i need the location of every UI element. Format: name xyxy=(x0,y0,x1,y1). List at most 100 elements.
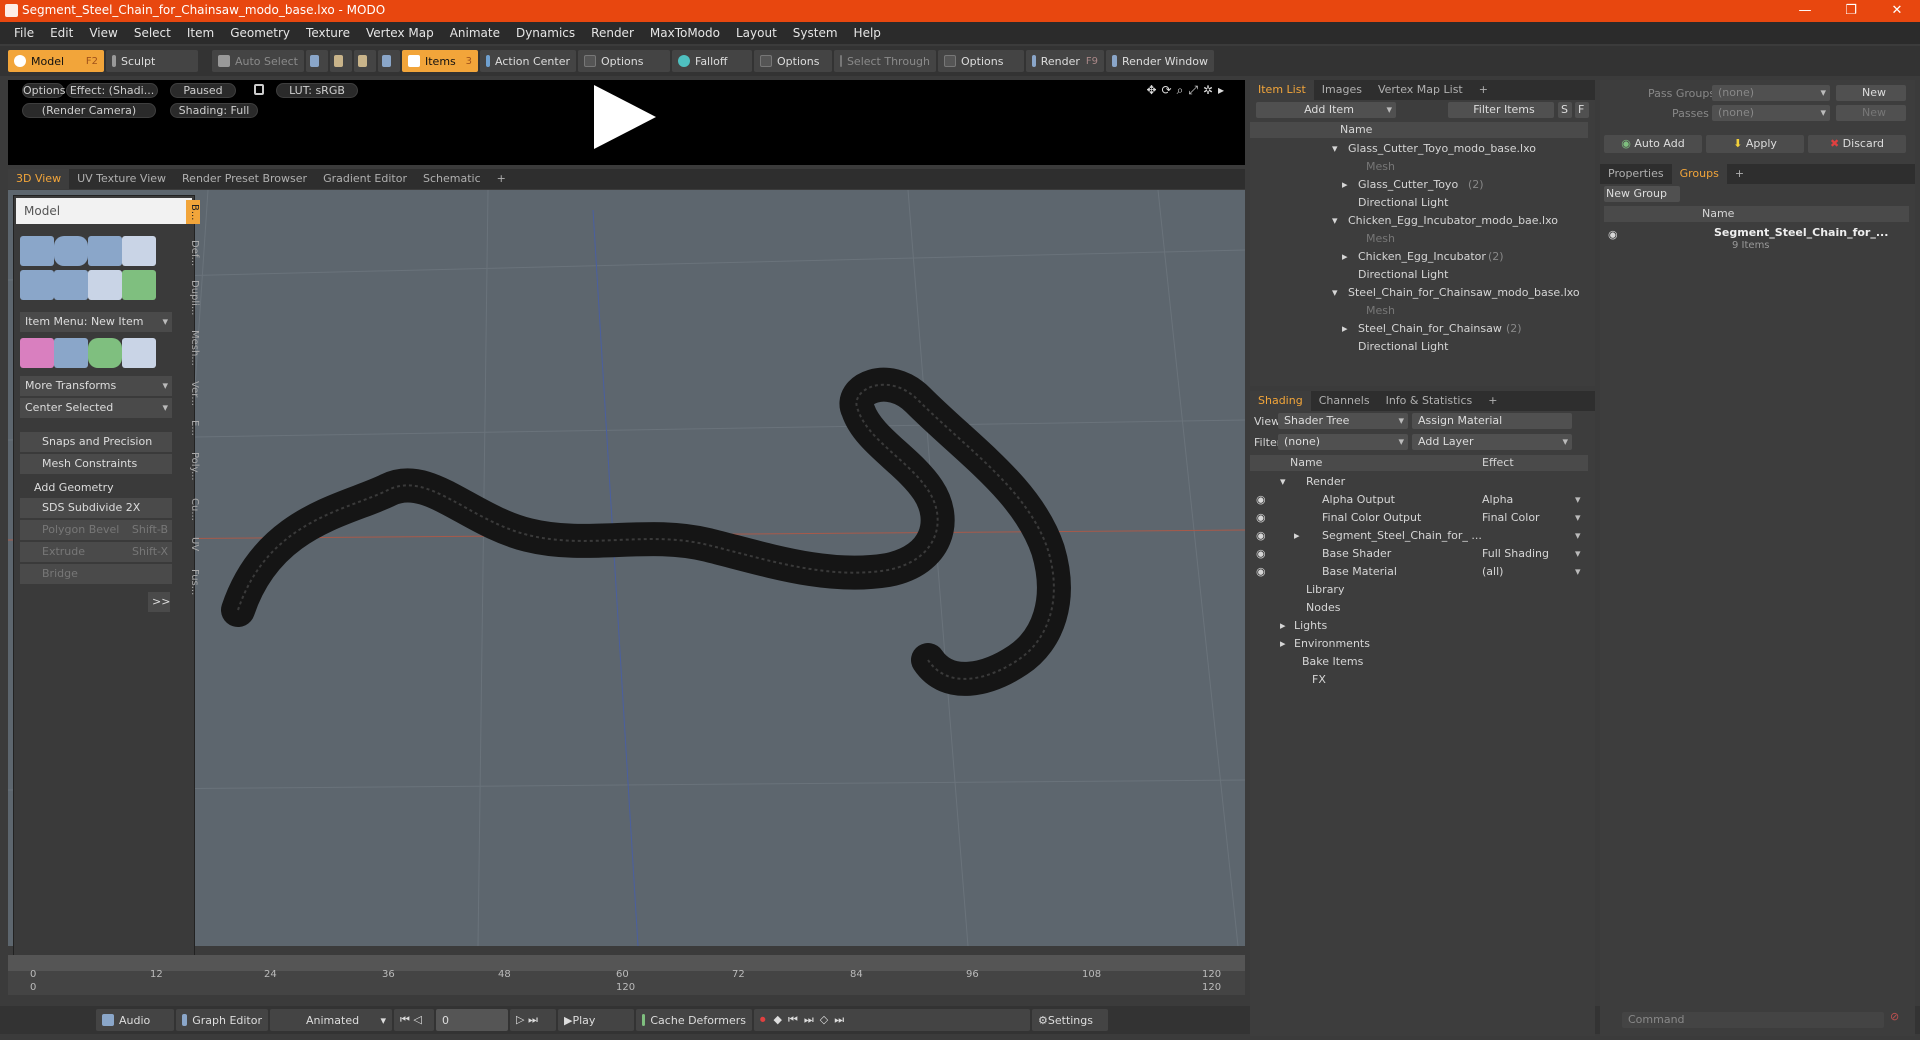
list-item[interactable]: ▸ Steel_Chain_for_Chainsaw (2) xyxy=(1250,320,1588,338)
list-item[interactable]: ▾ Steel_Chain_for_Chainsaw_modo_base.lxo xyxy=(1250,284,1588,302)
preview-effect-dropdown[interactable]: Effect: (Shadi... xyxy=(66,83,158,98)
eye-icon[interactable] xyxy=(1256,197,1268,209)
play-button[interactable]: ▶ Play xyxy=(558,1009,634,1031)
vtab-duplicate[interactable]: Dupli... xyxy=(186,278,200,318)
filter-dropdown[interactable]: (none) ▾ xyxy=(1278,434,1408,450)
menu-maxtomodo[interactable]: MaxToModo xyxy=(642,26,728,40)
menu-geometry[interactable]: Geometry xyxy=(222,26,298,40)
falloff-options-button[interactable]: Options xyxy=(754,50,832,72)
tab-shading[interactable]: Shading xyxy=(1250,391,1311,411)
new-pass-group-button[interactable]: New xyxy=(1836,85,1906,101)
eye-icon[interactable] xyxy=(1256,233,1268,245)
timeline[interactable]: 0 12 24 36 48 60 72 84 96 108 120 0 120 … xyxy=(8,955,1245,995)
snaps-precision-button[interactable]: Snaps and Precision xyxy=(20,432,172,452)
f-toggle[interactable]: F xyxy=(1575,102,1589,118)
chevron-down-icon[interactable]: ▾ xyxy=(1575,491,1581,509)
add-geometry-header[interactable]: Add Geometry xyxy=(20,478,172,498)
falloff-button[interactable]: Falloff xyxy=(672,50,752,72)
close-button[interactable]: ✕ xyxy=(1874,0,1920,22)
eye-icon[interactable]: ◉ xyxy=(1608,228,1618,241)
expand-arrow-icon[interactable]: ▾ xyxy=(1332,212,1338,230)
eye-icon[interactable] xyxy=(1256,341,1268,353)
preview-options-button[interactable]: Options xyxy=(22,83,65,98)
menu-animate[interactable]: Animate xyxy=(442,26,508,40)
transport-end-buttons[interactable]: ▷ ⏭ xyxy=(510,1009,556,1031)
eye-icon[interactable]: ◉ xyxy=(1256,527,1266,545)
shader-row-environments[interactable]: ▸ Environments xyxy=(1250,635,1588,653)
name-column-header[interactable]: Name xyxy=(1340,123,1372,136)
list-item[interactable]: Directional Light xyxy=(1250,338,1588,356)
more-transforms-dropdown[interactable]: More Transforms ▾ xyxy=(20,376,172,396)
items-mode-button[interactable]: Items 3 xyxy=(402,50,478,72)
shader-row-lights[interactable]: ▸ Lights xyxy=(1250,617,1588,635)
auto-add-button[interactable]: ◉ Auto Add xyxy=(1604,135,1702,153)
expand-arrow-icon[interactable]: ▸ xyxy=(1280,635,1286,653)
preview-lut-dropdown[interactable]: LUT: sRGB xyxy=(276,83,358,98)
cube-tool-button[interactable] xyxy=(20,236,54,266)
vtab-basic[interactable]: B... xyxy=(186,200,200,224)
extrude-button[interactable]: Extrude Shift-X xyxy=(20,542,172,562)
chevron-down-icon[interactable]: ▾ xyxy=(1575,545,1581,563)
torus-tool-button[interactable] xyxy=(20,270,54,300)
add-tab-icon[interactable]: + xyxy=(489,169,514,189)
add-item-dropdown[interactable]: Add Item ▾ xyxy=(1256,102,1396,118)
menu-render[interactable]: Render xyxy=(583,26,642,40)
preview-nav-icons[interactable]: ✥⟳⌕⤢✲▸ xyxy=(1146,83,1229,98)
expand-arrow-icon[interactable]: ▸ xyxy=(1342,248,1348,266)
menu-item[interactable]: Item xyxy=(179,26,222,40)
eye-icon[interactable] xyxy=(1256,323,1268,335)
more-tools-button[interactable]: >> xyxy=(148,592,170,612)
eye-icon[interactable]: ◉ xyxy=(1256,563,1266,581)
list-item[interactable]: ▸ Chicken_Egg_Incubator (2) xyxy=(1250,248,1588,266)
tab-groups[interactable]: Groups xyxy=(1671,164,1727,184)
view-dropdown[interactable]: Shader Tree ▾ xyxy=(1278,413,1408,429)
add-layer-dropdown[interactable]: Add Layer ▾ xyxy=(1412,434,1572,450)
list-item[interactable]: ▸ Glass_Cutter_Toyo (2) xyxy=(1250,176,1588,194)
shader-row-final-color[interactable]: ◉ Final Color Output Final Color ▾ xyxy=(1250,509,1588,527)
scale-tool-button[interactable] xyxy=(54,338,88,368)
vtab-mesh-edit[interactable]: Mesh... xyxy=(186,326,200,370)
mesh-constraints-button[interactable]: Mesh Constraints xyxy=(20,454,172,474)
menu-view[interactable]: View xyxy=(81,26,125,40)
item-menu-dropdown[interactable]: Item Menu: New Item ▾ xyxy=(20,312,172,332)
menu-layout[interactable]: Layout xyxy=(728,26,785,40)
polygons-mode-button[interactable] xyxy=(354,50,376,72)
eye-icon[interactable]: ◉ xyxy=(1256,509,1266,527)
list-item[interactable]: Directional Light xyxy=(1250,266,1588,284)
rotate-tool-button[interactable] xyxy=(88,338,122,368)
preview-camera-dropdown[interactable]: (Render Camera) xyxy=(22,103,156,118)
eye-icon[interactable] xyxy=(1256,179,1268,191)
eye-icon[interactable] xyxy=(1256,143,1268,155)
center-selected-dropdown[interactable]: Center Selected ▾ xyxy=(20,398,172,418)
maximize-button[interactable]: ❐ xyxy=(1828,0,1874,22)
add-tab-icon[interactable]: + xyxy=(1480,391,1505,411)
tab-images[interactable]: Images xyxy=(1314,80,1370,100)
tab-channels[interactable]: Channels xyxy=(1311,391,1378,411)
chain-mesh-wireframe[interactable] xyxy=(221,367,1071,696)
menu-system[interactable]: System xyxy=(785,26,846,40)
bridge-button[interactable]: Bridge xyxy=(20,564,172,584)
shader-row-fx[interactable]: FX xyxy=(1250,671,1588,689)
tab-properties[interactable]: Properties xyxy=(1600,164,1672,184)
eye-icon[interactable] xyxy=(1256,287,1268,299)
pass-groups-dropdown[interactable]: (none) ▾ xyxy=(1712,85,1830,101)
shader-row-base-shader[interactable]: ◉ Base Shader Full Shading ▾ xyxy=(1250,545,1588,563)
play-icon[interactable] xyxy=(594,85,656,149)
add-tab-icon[interactable]: + xyxy=(1727,164,1752,184)
list-item[interactable]: Mesh xyxy=(1250,158,1588,176)
expand-arrow-icon[interactable]: ▸ xyxy=(1294,527,1300,545)
expand-arrow-icon[interactable]: ▸ xyxy=(1342,320,1348,338)
name-column-header[interactable]: Name xyxy=(1290,456,1322,469)
model-mode-button[interactable]: Model F2 xyxy=(8,50,104,72)
vtab-uv[interactable]: UV xyxy=(186,532,200,556)
action-center-options-button[interactable]: Options xyxy=(578,50,670,72)
eye-icon[interactable]: ◉ xyxy=(1256,491,1266,509)
shader-row-nodes[interactable]: Nodes xyxy=(1250,599,1588,617)
cylinder-tool-button[interactable] xyxy=(88,236,122,266)
shader-row-alpha[interactable]: ◉ Alpha Output Alpha ▾ xyxy=(1250,491,1588,509)
shader-row-base-material[interactable]: ◉ Base Material (all) ▾ xyxy=(1250,563,1588,581)
tab-vertex-map-list[interactable]: Vertex Map List xyxy=(1370,80,1471,100)
shader-row-bake-items[interactable]: Bake Items xyxy=(1250,653,1588,671)
sds-subdivide-button[interactable]: SDS Subdivide 2X xyxy=(20,498,172,518)
eye-icon[interactable] xyxy=(1256,161,1268,173)
